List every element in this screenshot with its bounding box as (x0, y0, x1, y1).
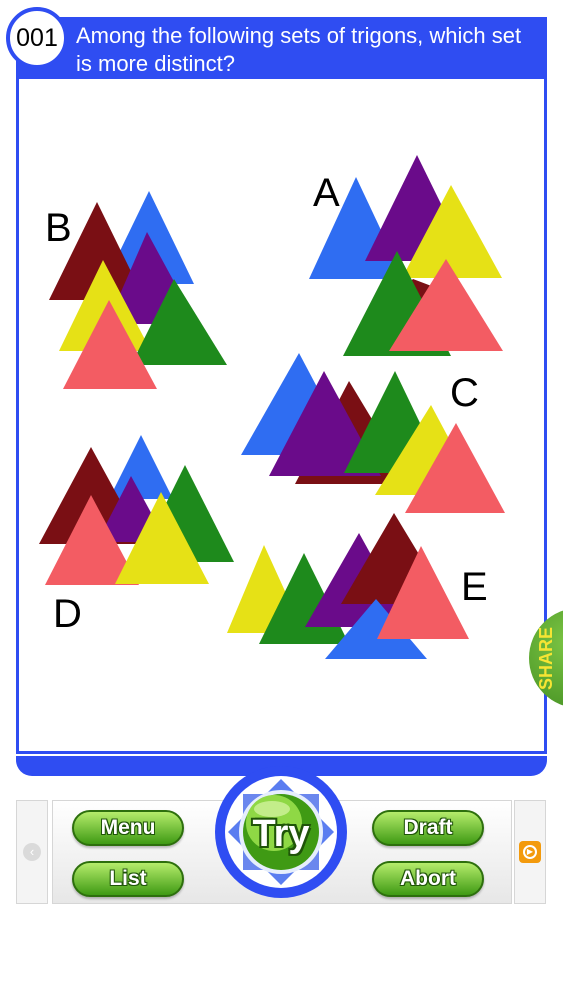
try-label: Try (252, 813, 310, 855)
chevron-left-icon: ‹ (23, 843, 41, 861)
play-icon: ▶ (519, 841, 541, 863)
set-label-e: E (461, 565, 488, 609)
set-label-a: A (313, 171, 340, 215)
trigon-sets-figure: B A C D E (39, 155, 505, 659)
share-button[interactable]: SHARE (529, 608, 563, 708)
trigon-set-b[interactable]: B (45, 191, 227, 389)
abort-button[interactable]: Abort (372, 861, 484, 897)
draft-button[interactable]: Draft (372, 810, 484, 846)
puzzle-panel: B A C D E (16, 79, 547, 754)
trigon-set-e[interactable]: E (227, 513, 488, 659)
menu-button[interactable]: Menu (72, 810, 184, 846)
trigon-set-a[interactable]: A (309, 155, 503, 356)
set-label-c: C (450, 371, 479, 415)
trigon-set-c[interactable]: C (241, 353, 505, 513)
set-label-b: B (45, 206, 72, 250)
next-button[interactable]: ▶ (514, 800, 546, 904)
set-label-d: D (53, 592, 82, 636)
share-label: SHARE (535, 626, 556, 690)
trigon-set-d[interactable]: D (39, 435, 234, 636)
question-text: Among the following sets of trigons, whi… (76, 23, 522, 76)
prev-button[interactable]: ‹ (16, 800, 48, 904)
question-number: 001 (6, 7, 68, 69)
list-button[interactable]: List (72, 861, 184, 897)
try-button[interactable]: Try (214, 765, 348, 899)
triangle (109, 435, 173, 499)
